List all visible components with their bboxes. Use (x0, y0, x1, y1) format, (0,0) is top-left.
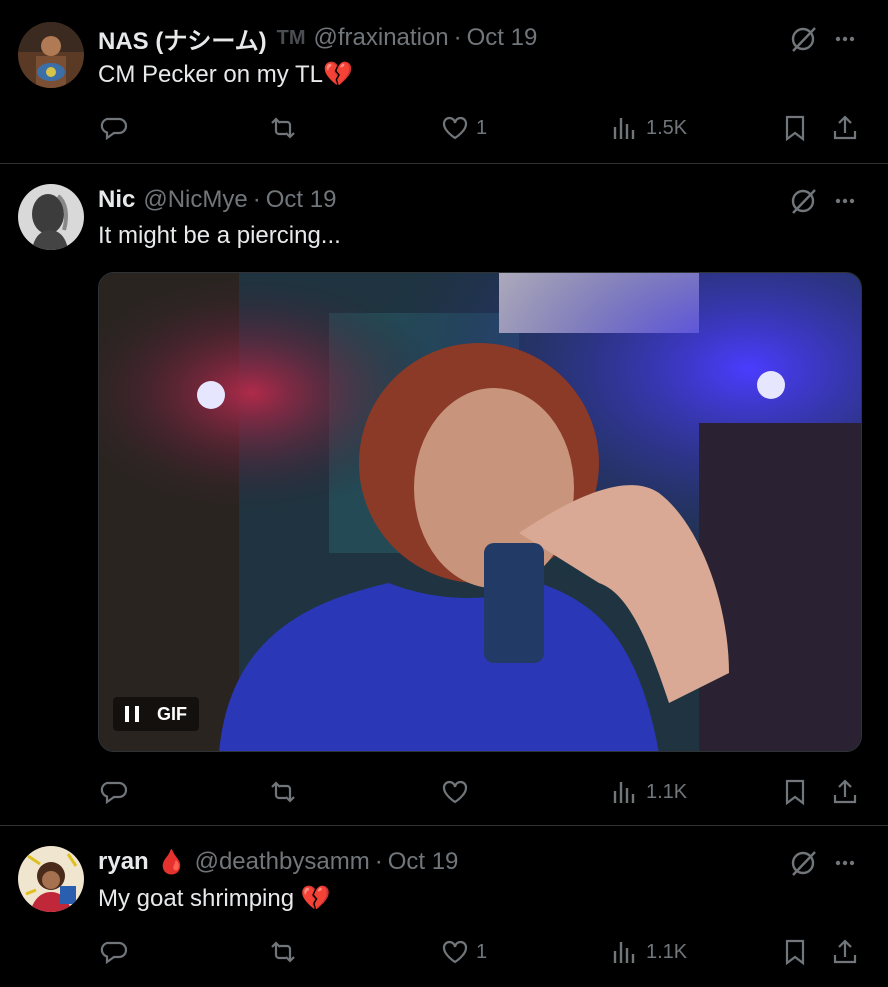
bookmark-icon (785, 939, 805, 966)
blood-drop-emoji: 🩸 (156, 848, 187, 876)
grok-icon[interactable] (788, 186, 818, 216)
share-button[interactable] (830, 934, 860, 970)
views-icon (613, 942, 635, 963)
tm-badge: TM (276, 26, 306, 49)
broken-heart-emoji: 💔 (322, 61, 353, 88)
gif-media[interactable]: GIF (98, 272, 862, 752)
grok-icon[interactable] (788, 848, 818, 878)
gif-label: GIF (157, 703, 187, 724)
handle[interactable]: @fraxination (314, 24, 449, 52)
timestamp[interactable]: Oct 19 (388, 848, 459, 876)
more-icon[interactable] (830, 186, 860, 216)
retweet-icon (271, 941, 295, 963)
handle[interactable]: @deathbysamm (195, 848, 370, 876)
like-button[interactable] (440, 774, 476, 810)
reply-button[interactable] (98, 934, 128, 970)
views-button[interactable]: 1.1K (610, 774, 687, 810)
views-count: 1.1K (646, 780, 688, 803)
share-button[interactable] (830, 774, 860, 810)
retweet-button[interactable] (268, 934, 298, 970)
reply-icon (100, 781, 128, 805)
more-icon[interactable] (830, 24, 860, 54)
bookmark-button[interactable] (780, 774, 810, 810)
views-count: 1.1K (646, 940, 688, 963)
reply-icon (100, 117, 128, 141)
action-bar: 1 1.1K (98, 934, 864, 970)
action-bar: 1.1K (98, 774, 864, 810)
retweet-icon (271, 117, 295, 139)
bookmark-button[interactable] (780, 110, 810, 146)
tweet-text-body: My goat shrimping (98, 885, 301, 912)
separator: · (252, 186, 261, 213)
reply-icon (100, 941, 128, 965)
tweet-text-body: CM Pecker on my TL (98, 61, 323, 88)
timestamp[interactable]: Oct 19 (266, 186, 337, 214)
grok-icon[interactable] (788, 24, 818, 54)
tweet-header: Nic @NicMye · Oct 19 (98, 184, 888, 216)
share-icon (833, 939, 857, 964)
like-icon (442, 940, 468, 964)
reply-button[interactable] (98, 774, 128, 810)
tweet-text: It might be a piercing... (98, 222, 341, 249)
views-button[interactable]: 1.5K (610, 110, 687, 146)
tweet-header: NAS (ナシーム) TM @fraxination · Oct 19 (98, 21, 888, 56)
retweet-button[interactable] (268, 774, 298, 810)
share-icon (833, 779, 857, 804)
like-icon (442, 780, 468, 804)
gif-frame (99, 273, 861, 751)
tweet-header: ryan 🩸 @deathbysamm · Oct 19 (98, 846, 888, 878)
pause-icon[interactable] (125, 706, 139, 722)
display-name[interactable]: ryan (98, 848, 149, 876)
views-button[interactable]: 1.1K (610, 934, 687, 970)
bookmark-icon (785, 115, 805, 142)
tweet-text: My goat shrimping 💔 (98, 884, 331, 913)
avatar[interactable] (18, 184, 84, 250)
tweet[interactable]: ryan 🩸 @deathbysamm · Oct 19 My goat shr… (0, 826, 888, 987)
retweet-button[interactable] (268, 110, 298, 146)
separator: · (453, 24, 462, 51)
more-icon[interactable] (830, 848, 860, 878)
broken-heart-emoji: 💔 (300, 885, 331, 912)
reply-button[interactable] (98, 110, 128, 146)
display-name[interactable]: NAS (ナシーム) (98, 21, 267, 56)
timestamp[interactable]: Oct 19 (467, 24, 538, 52)
like-button[interactable]: 1 (440, 110, 487, 146)
views-icon (613, 782, 635, 803)
bookmark-button[interactable] (780, 934, 810, 970)
gif-badge[interactable]: GIF (113, 697, 199, 731)
share-icon (833, 115, 857, 140)
avatar[interactable] (18, 846, 84, 912)
views-icon (613, 118, 635, 139)
like-count: 1 (476, 116, 488, 139)
retweet-icon (271, 781, 295, 803)
bookmark-icon (785, 779, 805, 806)
like-count: 1 (476, 940, 488, 963)
share-button[interactable] (830, 110, 860, 146)
separator: · (374, 848, 383, 875)
like-icon (442, 116, 468, 140)
avatar[interactable] (18, 22, 84, 88)
display-name[interactable]: Nic (98, 186, 135, 214)
tweet[interactable]: Nic @NicMye · Oct 19 It might be a pierc… (0, 164, 888, 826)
action-bar: 1 1.5K (98, 110, 864, 146)
views-count: 1.5K (646, 116, 688, 139)
tweet-text: CM Pecker on my TL💔 (98, 60, 353, 89)
tweet[interactable]: NAS (ナシーム) TM @fraxination · Oct 19 CM P… (0, 0, 888, 164)
like-button[interactable]: 1 (440, 934, 487, 970)
handle[interactable]: @NicMye (143, 186, 247, 214)
